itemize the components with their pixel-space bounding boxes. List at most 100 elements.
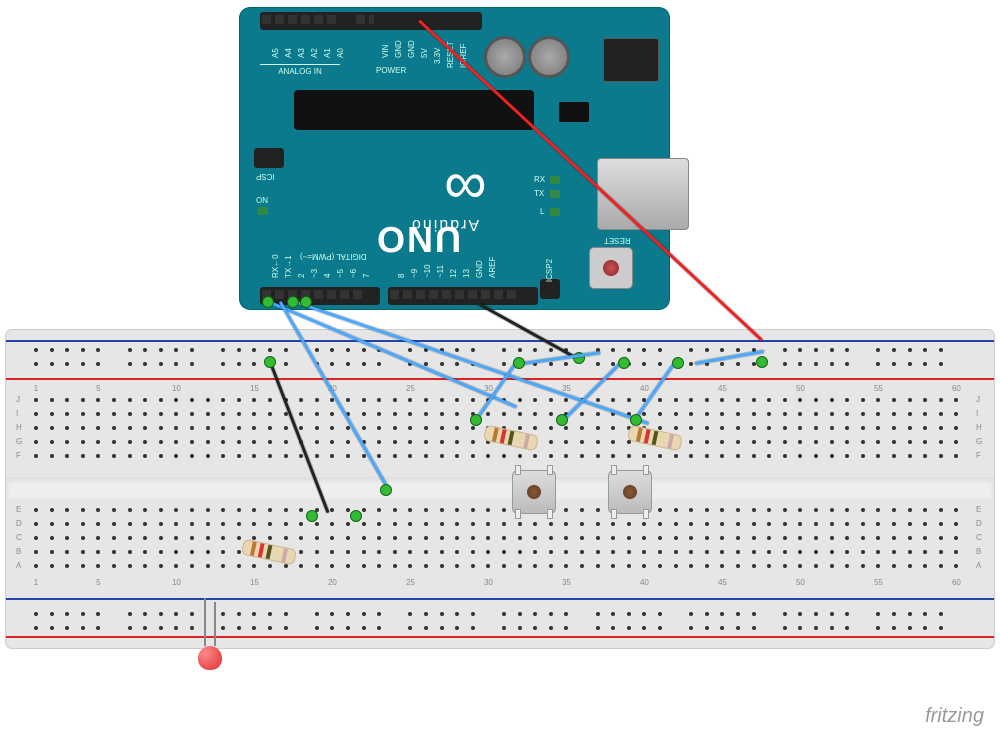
section-analog-in: ANALOG IN bbox=[260, 64, 340, 76]
pin-label-a0: A0 bbox=[336, 48, 345, 58]
col-label-bot-1: 1 bbox=[29, 578, 43, 587]
pin-label-d9: ~9 bbox=[410, 269, 419, 278]
watermark-text: fritzing bbox=[925, 705, 984, 728]
led-label-tx: TX bbox=[534, 189, 544, 198]
bottom-minus-rail-line bbox=[6, 598, 994, 600]
canvas: A5 A4 A3 A2 A1 A0 VIN GND GND 5V 3.3V RE… bbox=[0, 0, 1000, 738]
pin-label-d7: 7 bbox=[362, 274, 371, 278]
row-label-E: E bbox=[16, 505, 21, 514]
push-button-1[interactable] bbox=[512, 470, 556, 514]
led-label-on: ON bbox=[256, 196, 268, 205]
pin-label-gnd2: GND bbox=[407, 40, 416, 58]
col-label-bot-45: 45 bbox=[715, 578, 729, 587]
pin-label-5v: 5V bbox=[420, 48, 429, 58]
row-label-A: A bbox=[976, 561, 981, 570]
col-label-bot-50: 50 bbox=[793, 578, 807, 587]
led-label-rx: RX bbox=[534, 175, 545, 184]
row-label-C: C bbox=[976, 533, 982, 542]
col-label-top-55: 55 bbox=[871, 384, 885, 393]
row-label-I: I bbox=[16, 409, 18, 418]
red-led bbox=[195, 636, 225, 680]
pin-label-d11: ~11 bbox=[436, 265, 445, 278]
col-label-bot-40: 40 bbox=[637, 578, 651, 587]
model-text: UNO bbox=[375, 218, 461, 260]
digital-header-left bbox=[388, 287, 538, 305]
pin-label-rx0: RX←0 bbox=[271, 254, 280, 278]
col-label-bot-15: 15 bbox=[247, 578, 261, 587]
node-d bbox=[618, 357, 630, 369]
row-label-H: H bbox=[16, 423, 22, 432]
node-d3 bbox=[300, 296, 312, 308]
reset-button[interactable] bbox=[589, 247, 633, 289]
electrolytic-capacitor bbox=[528, 36, 570, 78]
node-minus-rail-left bbox=[264, 356, 276, 368]
pin-label-d4: 4 bbox=[323, 274, 332, 278]
row-label-I: I bbox=[976, 409, 978, 418]
node-a bbox=[470, 414, 482, 426]
node-b bbox=[513, 357, 525, 369]
row-label-B: B bbox=[16, 547, 21, 556]
electrolytic-capacitor bbox=[484, 36, 526, 78]
icsp-label: ICSP bbox=[256, 172, 275, 181]
col-label-bot-55: 55 bbox=[871, 578, 885, 587]
row-label-J: J bbox=[16, 395, 20, 404]
pin-label-d12: 12 bbox=[449, 269, 458, 278]
pin-label-d8: 8 bbox=[397, 274, 406, 278]
pin-label-d5: ~5 bbox=[336, 269, 345, 278]
pin-label-aref: AREF bbox=[488, 257, 497, 278]
col-label-top-10: 10 bbox=[169, 384, 183, 393]
col-label-top-5: 5 bbox=[91, 384, 105, 393]
status-led-tx bbox=[550, 190, 560, 198]
pin-label-gnd3: GND bbox=[475, 260, 484, 278]
col-label-bot-60: 60 bbox=[949, 578, 963, 587]
col-label-top-50: 50 bbox=[793, 384, 807, 393]
breadboard: 1155101015152020252530303535404045455050… bbox=[6, 330, 994, 648]
row-label-G: G bbox=[16, 437, 22, 446]
node-e bbox=[630, 414, 642, 426]
status-led-on bbox=[258, 207, 268, 215]
icsp2-label: ICSP2 bbox=[545, 259, 554, 282]
pin-label-vin: VIN bbox=[381, 45, 390, 58]
col-label-top-40: 40 bbox=[637, 384, 651, 393]
status-led-rx bbox=[550, 176, 560, 184]
push-button-2[interactable] bbox=[608, 470, 652, 514]
pin-label-d3: ~3 bbox=[310, 269, 319, 278]
pin-label-a2: A2 bbox=[310, 48, 319, 58]
reset-label: RESET bbox=[604, 236, 631, 245]
row-label-H: H bbox=[976, 423, 982, 432]
led-label-l: L bbox=[540, 207, 544, 216]
node-d2 bbox=[287, 296, 299, 308]
node-f bbox=[672, 357, 684, 369]
pin-label-tx1: TX→1 bbox=[284, 255, 293, 278]
pin-label-d10: ~10 bbox=[423, 264, 432, 278]
usb-type-b-port bbox=[597, 158, 689, 230]
pin-label-a1: A1 bbox=[323, 48, 332, 58]
top-plus-rail-line bbox=[6, 378, 994, 380]
pin-label-a4: A4 bbox=[284, 48, 293, 58]
col-label-top-1: 1 bbox=[29, 384, 43, 393]
row-label-D: D bbox=[976, 519, 982, 528]
col-label-bot-30: 30 bbox=[481, 578, 495, 587]
node-d0 bbox=[262, 296, 274, 308]
center-channel bbox=[6, 477, 994, 499]
icsp-header bbox=[254, 148, 284, 168]
node-led-anode bbox=[380, 484, 392, 496]
node-g bbox=[306, 510, 318, 522]
pin-label-d13: 13 bbox=[462, 269, 471, 278]
col-label-bot-25: 25 bbox=[403, 578, 417, 587]
col-label-top-45: 45 bbox=[715, 384, 729, 393]
row-label-G: G bbox=[976, 437, 982, 446]
col-label-top-60: 60 bbox=[949, 384, 963, 393]
col-label-top-15: 15 bbox=[247, 384, 261, 393]
row-label-A: A bbox=[16, 561, 21, 570]
node-5v-rail bbox=[756, 356, 768, 368]
pin-label-d6: ~6 bbox=[349, 269, 358, 278]
node-h bbox=[350, 510, 362, 522]
section-power: POWER bbox=[376, 64, 406, 75]
col-label-bot-20: 20 bbox=[325, 578, 339, 587]
bottom-plus-rail-line bbox=[6, 636, 994, 638]
row-label-F: F bbox=[16, 451, 21, 460]
col-label-bot-35: 35 bbox=[559, 578, 573, 587]
row-label-F: F bbox=[976, 451, 981, 460]
pin-label-gnd1: GND bbox=[394, 40, 403, 58]
